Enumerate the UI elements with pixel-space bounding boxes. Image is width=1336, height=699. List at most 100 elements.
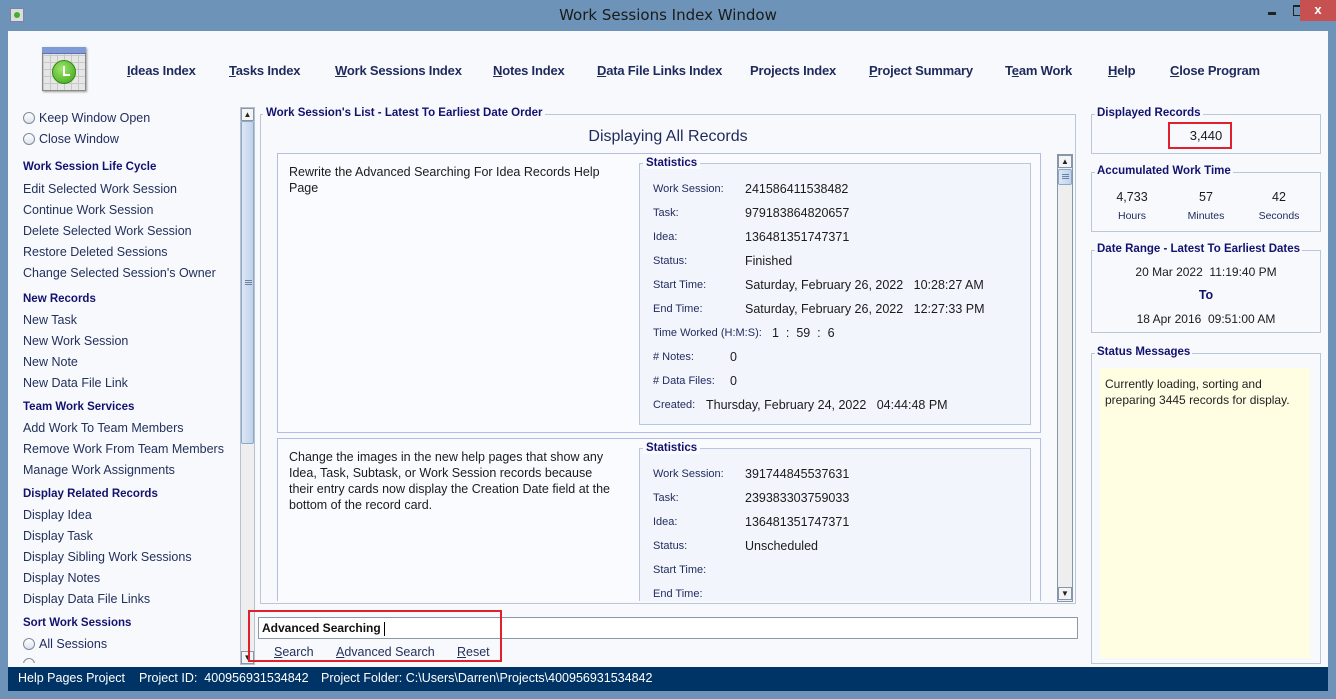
title-bar[interactable]: Work Sessions Index Window x [0, 0, 1336, 31]
keep-window-open-radio[interactable]: Keep Window Open [23, 111, 150, 125]
data-files-count-label: # Data Files: [653, 375, 715, 387]
sidebar-item-new-data-file-link[interactable]: New Data File Link [23, 376, 128, 390]
end-time-label: End Time: [653, 588, 703, 600]
sidebar-item-add-work-to-team-members[interactable]: Add Work To Team Members [23, 421, 183, 435]
notes-count-value: 0 [730, 350, 737, 364]
scrollbar-thumb[interactable] [241, 121, 254, 444]
record-description: Rewrite the Advanced Searching For Idea … [289, 165, 600, 195]
task-id: 979183864820657 [745, 206, 850, 220]
record-card[interactable]: Change the images in the new help pages … [277, 438, 1041, 601]
notes-count-label: # Notes: [653, 351, 694, 363]
menu-tasks-index[interactable]: Tasks Index [229, 63, 300, 78]
menu-help[interactable]: Help [1108, 63, 1136, 78]
task-label: Task: [653, 207, 679, 219]
search-input[interactable]: Advanced Searching [258, 617, 1078, 639]
app-window: Work Sessions Index Window x Ideas Index… [0, 0, 1336, 699]
calendar-clock-logo-icon [42, 47, 88, 93]
section-heading-new-records: New Records [23, 293, 96, 305]
minutes-label: Minutes [1187, 210, 1225, 222]
section-heading-work-session-life-cycle: Work Session Life Cycle [23, 161, 157, 173]
scrollbar-thumb[interactable] [1058, 169, 1072, 185]
sidebar-item-continue-work-session[interactable]: Continue Work Session [23, 203, 153, 217]
sidebar-item-new-task[interactable]: New Task [23, 313, 77, 327]
section-heading-sort-work-sessions: Sort Work Sessions [23, 617, 132, 629]
time-worked-label: Time Worked (H:M:S): [653, 327, 762, 339]
date-range-title: Date Range - Latest To Earliest Dates [1095, 243, 1303, 255]
record-card[interactable]: Rewrite the Advanced Searching For Idea … [277, 153, 1041, 433]
sort-radio-all-sessions[interactable]: All Sessions [23, 637, 107, 651]
sidebar-item-delete-selected-work-session[interactable]: Delete Selected Work Session [23, 224, 192, 238]
sidebar-item-restore-deleted-sessions[interactable]: Restore Deleted Sessions [23, 245, 168, 259]
created-label: Created: [653, 399, 696, 411]
sidebar-item-manage-work-assignments[interactable]: Manage Work Assignments [23, 463, 175, 477]
statistics-group: Statistics Work Session: 391744845537631… [639, 442, 1031, 601]
end-time-value: Saturday, February 26, 2022 12:27:33 PM [745, 302, 985, 316]
close-button[interactable]: x [1300, 0, 1336, 21]
record-list: Rewrite the Advanced Searching For Idea … [277, 153, 1061, 601]
idea-label: Idea: [653, 516, 678, 528]
sidebar-item-edit-selected-work-session[interactable]: Edit Selected Work Session [23, 182, 177, 196]
menu-work-sessions-index[interactable]: Work Sessions Index [335, 63, 462, 78]
sidebar-item-new-note[interactable]: New Note [23, 355, 78, 369]
idea-label: Idea: [653, 231, 678, 243]
statistics-group: Statistics Work Session: 241586411538482… [639, 157, 1031, 425]
menu-notes-index[interactable]: Notes Index [493, 63, 565, 78]
menu-data-file-links-index[interactable]: Data File Links Index [597, 63, 722, 78]
scroll-down-arrow-icon[interactable]: ▼ [1058, 587, 1072, 600]
sidebar-item-display-data-file-links[interactable]: Display Data File Links [23, 592, 150, 606]
displayed-records-title: Displayed Records [1095, 107, 1203, 119]
minutes-value: 57 [1199, 190, 1213, 204]
latest-date: 20 Mar 2022 11:19:40 PM [1135, 265, 1277, 279]
statistics-title: Statistics [643, 157, 701, 169]
scroll-up-arrow-icon[interactable]: ▲ [241, 108, 254, 121]
accumulated-work-time-group: Accumulated Work Time 4,733 Hours 57 Min… [1091, 165, 1321, 232]
menu-team-work[interactable]: Team Work [1005, 63, 1072, 78]
sidebar-item-display-task[interactable]: Display Task [23, 529, 93, 543]
hours-label: Hours [1117, 210, 1146, 222]
created-value: Thursday, February 24, 2022 04:44:48 PM [706, 398, 948, 412]
list-group-title: Work Session's List - Latest To Earliest… [263, 107, 546, 119]
close-window-radio[interactable]: Close Window [23, 132, 119, 146]
text-caret [383, 621, 385, 636]
scroll-down-arrow-icon[interactable]: ▼ [241, 651, 254, 664]
minimize-button[interactable] [1259, 0, 1285, 21]
earliest-date: 18 Apr 2016 09:51:00 AM [1136, 312, 1276, 326]
sidebar-item-remove-work-from-team-members[interactable]: Remove Work From Team Members [23, 442, 224, 456]
reset-button[interactable]: Reset [457, 645, 490, 659]
scroll-up-arrow-icon[interactable]: ▲ [1058, 155, 1072, 168]
search-button[interactable]: Search [274, 645, 314, 659]
work-session-id: 391744845537631 [745, 467, 850, 481]
menu-projects-index[interactable]: Projects Index [750, 63, 836, 78]
client-area: Ideas Index Tasks Index Work Sessions Inde… [8, 31, 1328, 691]
work-session-label: Work Session: [653, 183, 724, 195]
status-value: Finished [745, 254, 793, 268]
sidebar-item-display-notes[interactable]: Display Notes [23, 571, 100, 585]
left-panel-scrollbar[interactable]: ▲ ▼ [240, 107, 255, 665]
work-session-id: 241586411538482 [745, 182, 849, 196]
task-label: Task: [653, 492, 679, 504]
menu-ideas-index[interactable]: Ideas Index [127, 63, 196, 78]
idea-id: 136481351747371 [745, 230, 850, 244]
accumulated-work-time-title: Accumulated Work Time [1095, 165, 1233, 177]
start-time-label: Start Time: [653, 564, 707, 576]
section-heading-team-work-services: Team Work Services [23, 401, 135, 413]
list-heading: Displaying All Records [588, 128, 748, 145]
radio-icon [23, 638, 35, 650]
record-list-scrollbar[interactable]: ▲ ▼ [1057, 154, 1073, 602]
sidebar-item-change-selected-session-s-owner[interactable]: Change Selected Session's Owner [23, 266, 216, 280]
sidebar-item-new-work-session[interactable]: New Work Session [23, 334, 128, 348]
advanced-search-button[interactable]: Advanced Search [336, 645, 435, 659]
menu-project-summary[interactable]: Project Summary [869, 63, 973, 78]
menu-close-program[interactable]: Close Program [1170, 63, 1260, 78]
end-time-label: End Time: [653, 303, 703, 315]
section-heading-display-related-records: Display Related Records [23, 488, 158, 500]
start-time-label: Start Time: [653, 279, 707, 291]
data-files-count-value: 0 [730, 374, 737, 388]
status-messages-text: Currently loading, sorting and preparing… [1100, 368, 1310, 658]
sidebar-item-display-sibling-work-sessions[interactable]: Display Sibling Work Sessions [23, 550, 192, 564]
grip-icon [245, 280, 252, 285]
project-id: Project ID: 400956931534842 [139, 671, 309, 685]
seconds-value: 42 [1272, 190, 1286, 204]
sidebar-item-display-idea[interactable]: Display Idea [23, 508, 92, 522]
sort-radio-partial[interactable] [23, 658, 35, 663]
